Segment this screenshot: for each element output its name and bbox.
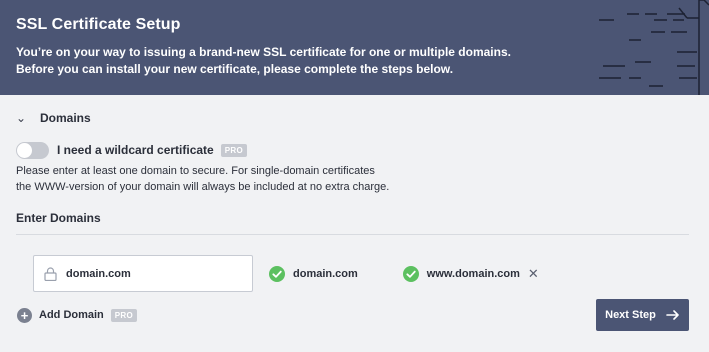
add-domain-label: Add Domain: [39, 309, 104, 321]
info-line-1: Please enter at least one domain to secu…: [16, 165, 375, 177]
section-title: Domains: [40, 111, 91, 125]
main-content: ⌄ Domains I need a wildcard certificate …: [0, 95, 709, 331]
header-banner: SSL Certificate Setup You’re on your way…: [0, 0, 709, 95]
lock-icon: [44, 266, 57, 281]
pro-badge: PRO: [220, 143, 247, 157]
domains-section-header[interactable]: ⌄ Domains: [16, 95, 689, 141]
info-text: Please enter at least one domain to secu…: [16, 163, 689, 195]
circuit-decoration-icon: [599, 0, 709, 95]
next-step-button[interactable]: Next Step: [596, 299, 689, 331]
check-circle-icon: [402, 265, 419, 282]
info-line-2: the WWW-version of your domain will alwa…: [16, 181, 390, 193]
check-circle-icon: [269, 265, 285, 282]
domain-row: domain.com domain.com www.domain.com ✕: [16, 255, 689, 292]
domain-chip-primary: domain.com: [269, 265, 358, 282]
enter-domains-label: Enter Domains: [16, 211, 101, 225]
actions-row: + Add Domain PRO Next Step: [16, 299, 689, 331]
divider: [16, 234, 689, 235]
wildcard-toggle[interactable]: [16, 141, 49, 159]
pro-badge: PRO: [110, 308, 138, 322]
domain-chip-www-label: www.domain.com: [426, 267, 520, 280]
add-domain-button[interactable]: + Add Domain PRO: [17, 307, 138, 323]
toggle-knob: [17, 142, 32, 158]
domain-chip-www: www.domain.com ✕: [402, 265, 539, 282]
domain-input-value: domain.com: [66, 267, 131, 280]
close-icon[interactable]: ✕: [528, 266, 539, 282]
arrow-right-icon: [666, 310, 679, 320]
domain-chip-label: domain.com: [293, 267, 358, 280]
wildcard-row: I need a wildcard certificate PRO: [16, 141, 689, 159]
next-step-label: Next Step: [605, 309, 656, 321]
plus-icon: +: [17, 307, 32, 323]
chevron-down-icon[interactable]: ⌄: [16, 111, 40, 125]
domain-input[interactable]: domain.com: [33, 255, 253, 292]
wildcard-label: I need a wildcard certificate: [57, 143, 214, 157]
